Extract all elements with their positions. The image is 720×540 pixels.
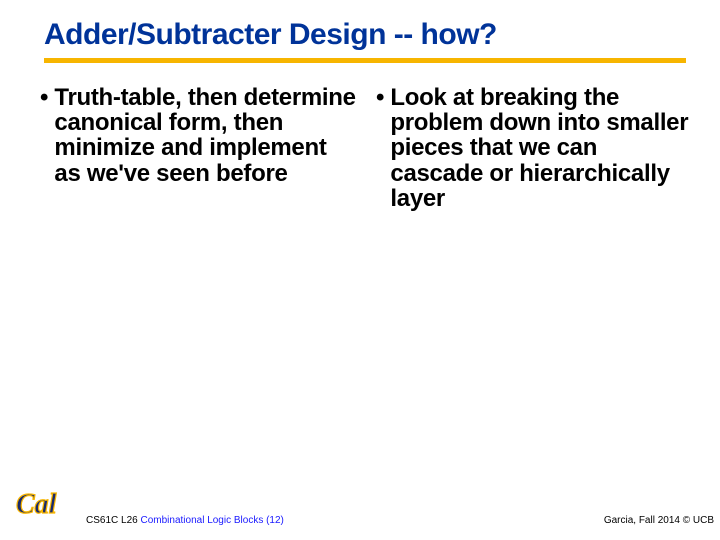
bullet-text-left: Truth-table, then determine canonical fo… bbox=[54, 85, 356, 186]
left-column: • Truth-table, then determine canonical … bbox=[40, 85, 356, 211]
title-container: Adder/Subtracter Design -- how? bbox=[0, 0, 720, 52]
slide: Adder/Subtracter Design -- how? • Truth-… bbox=[0, 0, 720, 540]
footer-right: Garcia, Fall 2014 © UCB bbox=[604, 515, 714, 526]
slide-title: Adder/Subtracter Design -- how? bbox=[44, 18, 720, 52]
footer-lecture: Combinational Logic Blocks (12) bbox=[140, 515, 283, 526]
cal-logo-text: Cal bbox=[16, 489, 57, 520]
content-area: • Truth-table, then determine canonical … bbox=[0, 63, 720, 211]
bullet-item: • Truth-table, then determine canonical … bbox=[40, 85, 356, 186]
bullet-marker: • bbox=[40, 85, 54, 186]
footer-course: CS61C L26 bbox=[86, 515, 140, 526]
bullet-text-right: Look at breaking the problem down into s… bbox=[390, 85, 692, 211]
bullet-marker: • bbox=[376, 85, 390, 211]
footer-left: CS61C L26 Combinational Logic Blocks (12… bbox=[86, 515, 284, 526]
right-column: • Look at breaking the problem down into… bbox=[376, 85, 692, 211]
footer: Cal CS61C L26 Combinational Logic Blocks… bbox=[0, 488, 720, 534]
bullet-item: • Look at breaking the problem down into… bbox=[376, 85, 692, 211]
cal-logo: Cal bbox=[12, 483, 74, 528]
cal-logo-svg: Cal bbox=[12, 483, 74, 523]
